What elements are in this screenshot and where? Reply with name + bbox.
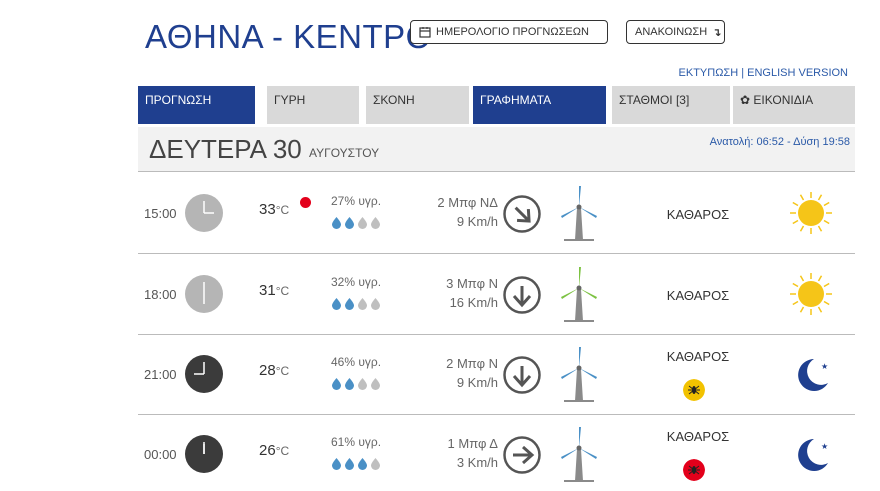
clock-icon — [185, 355, 223, 393]
wind-turbine-icon — [561, 347, 597, 402]
sun-icon — [790, 273, 832, 315]
svg-text:★: ★ — [821, 362, 828, 371]
temperature: 33°C — [259, 201, 290, 218]
moon-icon: ★ — [798, 439, 828, 471]
humidity-drop-icon — [358, 298, 367, 310]
calendar-icon — [419, 27, 431, 38]
humidity-drop-icon — [371, 458, 380, 470]
forecast-row: 21:00 28°C 46% υγρ. 2 Μπφ Ν 9 Km/h ΚΑΘΑΡΟΣ ★ — [138, 335, 855, 415]
wind-turbine-icon — [561, 186, 597, 241]
humidity-drops — [331, 377, 381, 390]
forecast-row: 00:00 26°C 61% υγρ. 1 Μπφ Δ 3 Km/h ΚΑΘΑΡΟΣ ★ — [138, 415, 855, 491]
wind-beaufort: 2 Μπφ ΝΔ — [437, 195, 498, 210]
tab-pollen[interactable]: ΓΥΡΗ — [267, 86, 359, 124]
humidity-drop-icon — [358, 217, 367, 229]
humidity-drops — [331, 457, 381, 470]
humidity-drop-icon — [345, 217, 354, 229]
print-link[interactable]: ΕΚΤΥΠΩΣΗ — [679, 67, 739, 79]
forecast-row: 15:00 33°C 27% υγρ. 2 Μπφ ΝΔ 9 Km/h ΚΑΘΑΡΟΣ — [138, 174, 855, 254]
humidity-drop-icon — [332, 298, 341, 310]
sunrise-sunset: Ανατολή: 06:52 - Δύση 19:58 — [709, 136, 850, 148]
humidity-drop-icon — [345, 458, 354, 470]
wind-beaufort: 2 Μπφ Ν — [446, 356, 498, 371]
announcement-button[interactable]: ΑΝΑΚΟΙΝΩΣΗ ↴ — [626, 20, 725, 44]
wind-beaufort: 1 Μπφ Δ — [447, 436, 498, 451]
forecast-time: 21:00 — [144, 367, 177, 382]
humidity: 32% υγρ. — [331, 275, 382, 289]
sun-icon — [790, 192, 832, 234]
humidity: 46% υγρ. — [331, 355, 382, 369]
forecast-time: 18:00 — [144, 287, 177, 302]
humidity-drops — [331, 216, 381, 229]
wind-direction-arrow-icon — [503, 356, 541, 394]
clock-icon — [185, 194, 223, 232]
svg-text:★: ★ — [821, 442, 828, 451]
humidity-drop-icon — [371, 298, 380, 310]
wind-turbine-icon — [561, 427, 597, 482]
humidity-drop-icon — [345, 298, 354, 310]
wind-turbine-icon — [561, 267, 597, 322]
forecast-time: 15:00 — [144, 206, 177, 221]
moon-icon: ★ — [798, 359, 828, 391]
top-links: ΕΚΤΥΠΩΣΗ | ENGLISH VERSION — [679, 67, 848, 79]
humidity-drops — [331, 297, 381, 310]
tab-dust[interactable]: ΣΚΟΝΗ — [366, 86, 469, 124]
mosquito-icon — [683, 379, 705, 401]
forecast-row: 18:00 31°C 32% υγρ. 3 Μπφ Ν 16 Km/h ΚΑΘΑΡΟΣ — [138, 255, 855, 335]
tab-icons-label: ΕΙΚΟΝΙΔΙΑ — [753, 93, 814, 107]
humidity: 61% υγρ. — [331, 435, 382, 449]
humidity-drop-icon — [332, 378, 341, 390]
link-separator: | — [741, 67, 745, 79]
humidity-drop-icon — [345, 378, 354, 390]
tab-charts[interactable]: ΓΡΑΦΗΜΑΤΑ — [473, 86, 606, 124]
wind-direction-arrow-icon — [503, 195, 541, 233]
sky-condition: ΚΑΘΑΡΟΣ — [666, 288, 730, 303]
announcement-button-label: ΑΝΑΚΟΙΝΩΣΗ — [635, 26, 708, 38]
wind-speed: 9 Km/h — [456, 375, 498, 390]
english-version-link[interactable]: ENGLISH VERSION — [747, 67, 848, 79]
humidity-drop-icon — [332, 217, 341, 229]
forecast-time: 00:00 — [144, 447, 177, 462]
tab-stations[interactable]: ΣΤΑΘΜΟΙ [3] — [612, 86, 730, 124]
humidity-drop-icon — [371, 378, 380, 390]
humidity-drop-icon — [358, 378, 367, 390]
humidity-drop-icon — [358, 458, 367, 470]
sky-condition: ΚΑΘΑΡΟΣ — [666, 429, 730, 444]
tab-forecast[interactable]: ΠΡΟΓΝΩΣΗ — [138, 86, 255, 124]
calendar-button[interactable]: ΗΜΕΡΟΛΟΓΙΟ ΠΡΟΓΝΩΣΕΩΝ — [410, 20, 608, 44]
mosquito-icon — [683, 459, 705, 481]
sky-condition: ΚΑΘΑΡΟΣ — [666, 207, 730, 222]
city-title: ΑΘΗΝΑ - ΚΕΝΤΡΟ — [145, 18, 432, 55]
sky-condition: ΚΑΘΑΡΟΣ — [666, 349, 730, 364]
humidity-drop-icon — [371, 217, 380, 229]
heat-alert-dot — [300, 197, 311, 208]
temperature: 28°C — [259, 362, 290, 379]
wind-speed: 9 Km/h — [456, 214, 498, 229]
humidity: 27% υγρ. — [331, 194, 382, 208]
temperature: 26°C — [259, 442, 290, 459]
arrow-down-icon: ↴ — [712, 26, 722, 39]
clock-icon — [185, 275, 223, 313]
wind-direction-arrow-icon — [503, 276, 541, 314]
day-header: ΔΕΥΤΕΡΑ 30 ΑΥΓΟΥΣΤΟΥ Ανατολή: 06:52 - Δύ… — [138, 127, 855, 172]
humidity-drop-icon — [332, 458, 341, 470]
temperature: 31°C — [259, 282, 290, 299]
wind-speed: 16 Km/h — [449, 295, 498, 310]
wind-beaufort: 3 Μπφ Ν — [446, 276, 498, 291]
calendar-button-label: ΗΜΕΡΟΛΟΓΙΟ ΠΡΟΓΝΩΣΕΩΝ — [436, 26, 589, 38]
wind-speed: 3 Km/h — [456, 455, 498, 470]
clock-icon — [185, 435, 223, 473]
tab-icons[interactable]: ✿ ΕΙΚΟΝΙΔΙΑ — [733, 86, 855, 124]
wind-direction-arrow-icon — [503, 436, 541, 474]
day-month: ΑΥΓΟΥΣΤΟΥ — [309, 146, 380, 160]
day-name: ΔΕΥΤΕΡΑ 30 — [149, 134, 302, 164]
gear-icon: ✿ — [740, 93, 751, 107]
